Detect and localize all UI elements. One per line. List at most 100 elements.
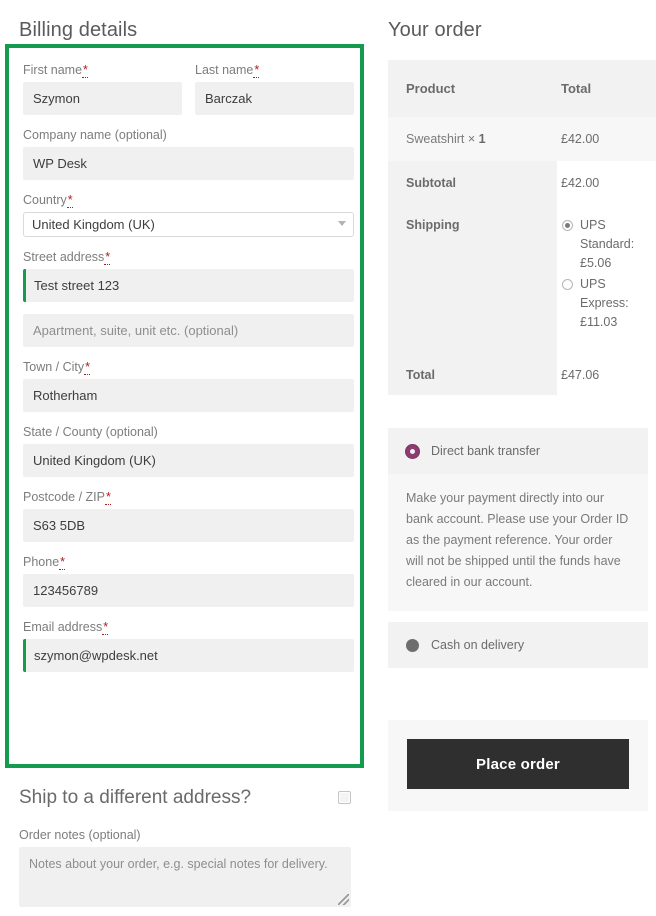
total-label: Total — [388, 355, 557, 395]
label-first-name-text: First name — [23, 63, 83, 77]
field-last-name: Last name* Barczak — [195, 62, 354, 115]
label-company: Company name (optional) — [23, 128, 167, 142]
name-row: First name* Szymon Last name* Barczak — [23, 62, 354, 127]
label-email: Email address* — [23, 619, 354, 635]
field-phone: Phone* 123456789 — [23, 554, 354, 607]
order-item-name-cell: Sweatshirt × 1 — [388, 117, 557, 161]
required-marker: * — [82, 63, 88, 78]
subtotal-label: Subtotal — [388, 161, 557, 204]
resize-handle-icon[interactable] — [338, 894, 349, 905]
order-table-header: Product Total — [388, 60, 656, 117]
input-address-line-2[interactable]: Apartment, suite, unit etc. (optional) — [23, 314, 354, 347]
field-country: Country* United Kingdom (UK) — [23, 192, 354, 237]
order-item-total: £42.00 — [561, 132, 600, 146]
field-street-address: Street address* Test street 123 — [23, 249, 354, 302]
ship-to-different-address-title: Ship to a different address? — [19, 787, 252, 808]
ship-to-different-address-block: Ship to a different address? Order notes… — [19, 786, 351, 907]
radio-ups-express-icon[interactable] — [562, 279, 573, 290]
billing-column: Billing details First name* Szymon Last … — [0, 0, 380, 916]
required-marker: * — [253, 63, 260, 78]
label-phone-text: Phone — [23, 555, 60, 569]
order-item-qty-separator: × — [467, 132, 476, 146]
label-city: Town / City* — [23, 359, 354, 375]
input-phone[interactable]: 123456789 — [23, 574, 354, 607]
required-marker: * — [104, 250, 111, 265]
shipping-option-ups-standard-label: UPS Standard: £5.06 — [580, 216, 642, 273]
shipping-option-ups-express-label: UPS Express: £11.03 — [580, 275, 642, 332]
label-city-text: Town / City — [23, 360, 85, 374]
field-postcode: Postcode / ZIP* S63 5DB — [23, 489, 354, 542]
country-select-wrap: United Kingdom (UK) — [23, 212, 354, 237]
label-phone: Phone* — [23, 554, 354, 570]
field-first-name: First name* Szymon — [23, 62, 182, 115]
shipping-option-ups-express[interactable]: UPS Express: £11.03 — [561, 275, 656, 332]
place-order-container: Place order — [388, 720, 648, 811]
ups-express-price: £11.03 — [580, 315, 618, 329]
page-title-order: Your order — [388, 19, 482, 41]
required-marker: * — [104, 490, 111, 505]
input-city[interactable]: Rotherham — [23, 379, 354, 412]
order-totals: Subtotal £42.00 Shipping UPS Standard: £… — [388, 161, 656, 395]
required-marker: * — [66, 193, 73, 208]
order-column: Your order Product Total Sweatshirt × 1 … — [388, 0, 656, 916]
radio-direct-bank-transfer-icon[interactable] — [406, 444, 419, 458]
order-item-qty: 1 — [478, 132, 486, 146]
input-email[interactable]: szymon@wpdesk.net — [23, 639, 354, 672]
billing-validation-frame: First name* Szymon Last name* Barczak Co… — [5, 44, 364, 768]
input-state[interactable]: United Kingdom (UK) — [23, 444, 354, 477]
input-last-name[interactable]: Barczak — [195, 82, 354, 115]
label-email-text: Email address — [23, 620, 103, 634]
required-marker: * — [102, 620, 109, 635]
label-postcode: Postcode / ZIP* — [23, 489, 354, 505]
label-postcode-text: Postcode / ZIP — [23, 490, 105, 504]
subtotal-row: Subtotal £42.00 — [388, 161, 656, 204]
shipping-options: UPS Standard: £5.06 UPS Express: £11.03 — [557, 204, 656, 355]
label-state: State / County (optional) — [23, 425, 158, 439]
shipping-row: Shipping UPS Standard: £5.06 UPS Express… — [388, 204, 656, 355]
ups-express-label-text: UPS Express: — [580, 277, 629, 310]
column-header-product: Product — [406, 81, 456, 96]
input-street-address[interactable]: Test street 123 — [23, 269, 354, 302]
radio-cash-on-delivery-icon[interactable] — [406, 638, 419, 652]
label-last-name-text: Last name — [195, 63, 254, 77]
label-last-name: Last name* — [195, 62, 354, 78]
select-country[interactable]: United Kingdom (UK) — [23, 212, 354, 237]
ship-to-different-address-header[interactable]: Ship to a different address? — [19, 786, 351, 816]
checkout-page: Billing details First name* Szymon Last … — [0, 0, 656, 916]
subtotal-value: £42.00 — [557, 161, 656, 204]
label-country-text: Country — [23, 193, 67, 207]
payment-method-bacs[interactable]: Direct bank transfer — [388, 428, 648, 474]
payment-method-bacs-label: Direct bank transfer — [431, 444, 541, 458]
label-country: Country* — [23, 192, 354, 208]
order-table-row: Sweatshirt × 1 £42.00 — [388, 117, 656, 161]
label-street-address-text: Street address — [23, 250, 105, 264]
field-state: State / County (optional) United Kingdom… — [23, 424, 354, 477]
billing-fields: First name* Szymon Last name* Barczak Co… — [23, 62, 354, 684]
field-city: Town / City* Rotherham — [23, 359, 354, 412]
payment-divider — [388, 611, 648, 622]
payment-method-cod[interactable]: Cash on delivery — [388, 622, 648, 668]
field-email: Email address* szymon@wpdesk.net — [23, 619, 354, 672]
payment-method-cod-label: Cash on delivery — [431, 638, 525, 652]
required-marker: * — [59, 555, 66, 570]
place-order-button[interactable]: Place order — [407, 739, 629, 789]
order-item-name: Sweatshirt — [406, 132, 465, 146]
input-order-notes[interactable]: Notes about your order, e.g. special not… — [19, 847, 351, 907]
label-street-address: Street address* — [23, 249, 354, 265]
input-company[interactable]: WP Desk — [23, 147, 354, 180]
input-first-name[interactable]: Szymon — [23, 82, 182, 115]
ups-standard-price: £5.06 — [580, 256, 612, 270]
field-company: Company name (optional) WP Desk — [23, 127, 354, 180]
input-postcode[interactable]: S63 5DB — [23, 509, 354, 542]
ship-to-different-address-checkbox[interactable] — [338, 791, 351, 804]
field-address-line-2: Apartment, suite, unit etc. (optional) — [23, 314, 354, 347]
label-first-name: First name* — [23, 62, 182, 78]
shipping-label: Shipping — [388, 204, 557, 355]
order-notes-placeholder: Notes about your order, e.g. special not… — [29, 857, 328, 871]
shipping-option-ups-standard[interactable]: UPS Standard: £5.06 — [561, 216, 656, 273]
required-marker: * — [84, 360, 91, 375]
label-order-notes: Order notes (optional) — [19, 828, 141, 842]
radio-ups-standard-icon[interactable] — [562, 220, 573, 231]
total-row: Total £47.06 — [388, 355, 656, 395]
chevron-down-icon — [338, 221, 346, 226]
